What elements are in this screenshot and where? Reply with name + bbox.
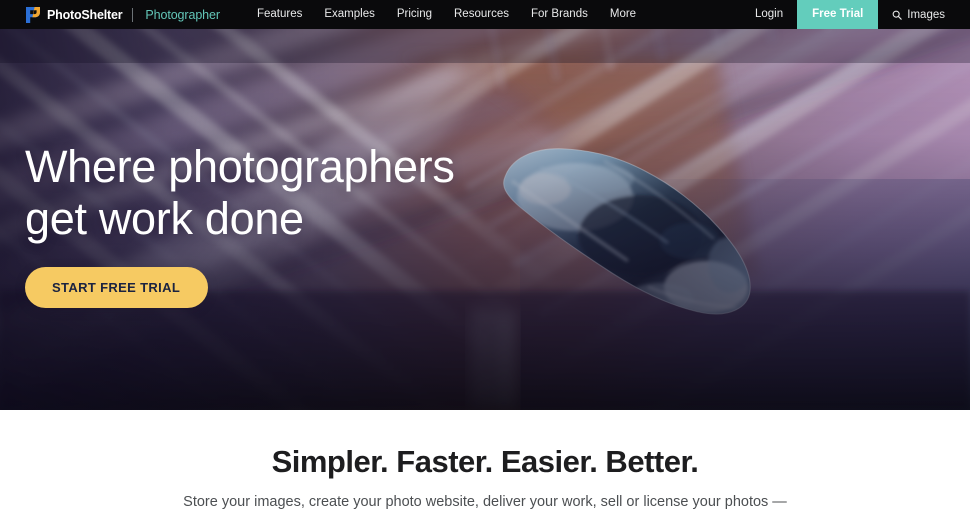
images-search-link[interactable]: Images [878, 0, 970, 29]
logo-product-label: Photographer [145, 7, 220, 22]
login-link[interactable]: Login [741, 0, 797, 29]
section-headline: Simpler. Faster. Easier. Better. [271, 444, 699, 479]
nav-link-pricing[interactable]: Pricing [386, 0, 443, 29]
photoshelter-logo[interactable]: PhotoShelter Photographer [25, 0, 220, 29]
free-trial-button[interactable]: Free Trial [797, 0, 879, 29]
value-proposition-section: Simpler. Faster. Easier. Better. Store y… [0, 410, 970, 516]
landing-page: PhotoShelter Photographer Features Examp… [0, 0, 970, 516]
nav-link-resources[interactable]: Resources [443, 0, 520, 29]
nav-link-examples[interactable]: Examples [313, 0, 386, 29]
nav-link-features[interactable]: Features [246, 0, 313, 29]
section-subheadline: Store your images, create your photo web… [183, 494, 787, 516]
nav-link-for-brands[interactable]: For Brands [520, 0, 599, 29]
nav-link-more[interactable]: More [599, 0, 647, 29]
nav-right-group: Login Free Trial Images [741, 0, 970, 29]
start-free-trial-button[interactable]: START FREE TRIAL [25, 267, 209, 308]
primary-nav-links: Features Examples Pricing Resources For … [246, 0, 647, 29]
hero-content: Where photographers get work done START … [25, 141, 455, 308]
nav-left-group: PhotoShelter Photographer Features Examp… [0, 0, 647, 29]
search-icon [892, 10, 903, 20]
images-link-label: Images [907, 8, 945, 21]
hero-headline: Where photographers get work done [25, 141, 455, 244]
hero-section: Where photographers get work done START … [0, 29, 970, 410]
photoshelter-p-mark-icon [25, 6, 41, 24]
logo-divider [132, 7, 134, 22]
top-navigation-bar: PhotoShelter Photographer Features Examp… [0, 0, 970, 29]
logo-wordmark: PhotoShelter [47, 7, 123, 22]
